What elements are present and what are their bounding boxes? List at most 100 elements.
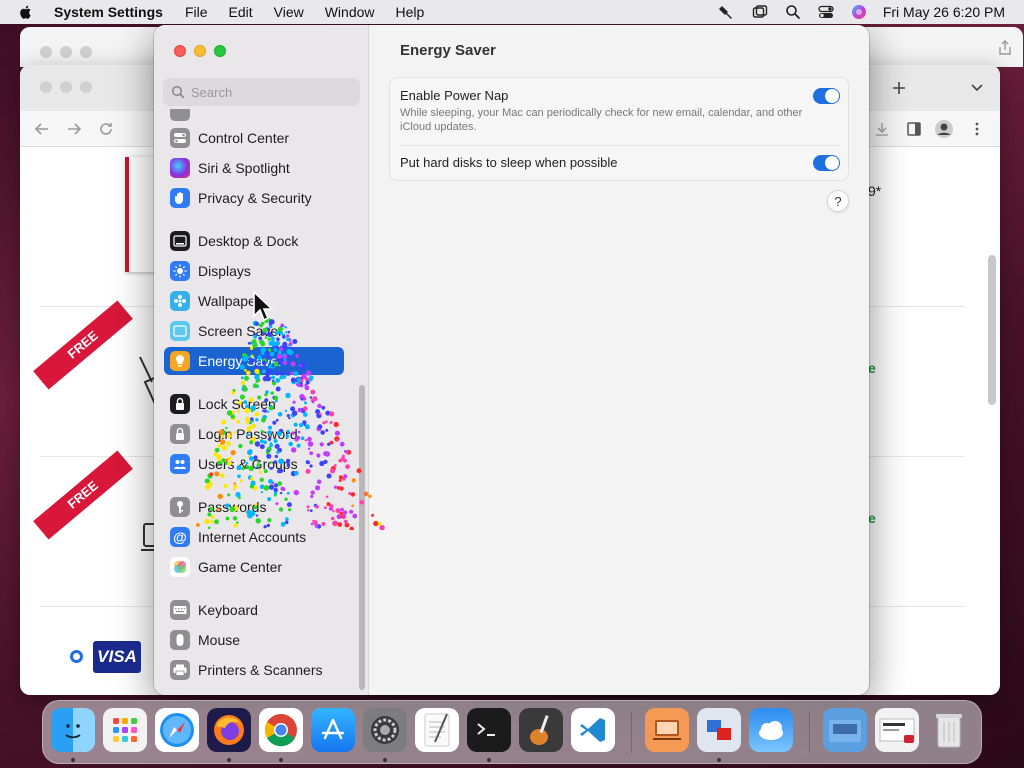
trash-dock-icon[interactable] (927, 708, 971, 752)
sidebar-item-label: Siri & Spotlight (198, 160, 290, 176)
power-nap-title: Enable Power Nap (400, 88, 509, 103)
sidebar-item-printers-scanners[interactable]: Printers & Scanners (164, 656, 344, 684)
window-zoom-button[interactable] (214, 45, 226, 57)
printer-icon (170, 660, 190, 680)
browser-scrollbar[interactable] (988, 255, 996, 405)
launchpad-dock-icon[interactable] (103, 708, 147, 752)
key-icon (170, 497, 190, 517)
share-icon[interactable] (998, 40, 1012, 56)
weather-dock-icon[interactable] (749, 708, 793, 752)
help-button[interactable]: ? (827, 190, 849, 212)
free-label-partial: e (868, 360, 876, 376)
more-menu-icon[interactable] (974, 121, 980, 137)
pen-tool-icon[interactable] (718, 4, 735, 20)
app-menu-system-settings[interactable]: System Settings (54, 4, 163, 20)
screenshot-stack-dock-icon[interactable] (875, 708, 919, 752)
sidebar-item-passwords[interactable]: Passwords (164, 493, 344, 521)
sidebar-item-game-center[interactable]: Game Center (164, 553, 344, 581)
sidebar-item-lock-screen[interactable]: Lock Screen (164, 390, 344, 418)
product-box-image (125, 157, 157, 272)
download-icon[interactable] (874, 121, 890, 137)
running-indicator (717, 758, 721, 762)
finder-dock-icon[interactable] (51, 708, 95, 752)
sidebar-item-label: Keyboard (198, 602, 258, 618)
browser-max-dot[interactable] (80, 81, 92, 93)
vscode-dock-icon[interactable] (571, 708, 615, 752)
energy-settings-card: Enable Power Nap While sleeping, your Ma… (389, 77, 849, 181)
app-store-dock-icon[interactable] (311, 708, 355, 752)
chrome-dock-icon[interactable] (259, 708, 303, 752)
keyboard-icon (170, 600, 190, 620)
downloads-folder-dock-icon[interactable] (823, 708, 867, 752)
dock-separator (809, 711, 810, 753)
power-nap-toggle[interactable] (813, 88, 840, 104)
sidebar-item-label: Printers & Scanners (198, 662, 323, 678)
sidebar-item-label: Internet Accounts (198, 529, 307, 545)
partial-item-icon (170, 109, 190, 121)
power-nap-description: While sleeping, your Mac can periodicall… (400, 107, 803, 133)
mouse-icon (170, 630, 190, 650)
forward-arrow-icon[interactable] (66, 121, 82, 137)
new-tab-icon[interactable] (892, 81, 906, 95)
garageband-dock-icon[interactable] (519, 708, 563, 752)
menu-bar: System Settings File Edit View Window He… (0, 0, 1024, 24)
firefox-dock-icon[interactable] (207, 708, 251, 752)
screen-saver-icon (170, 321, 190, 341)
profile-avatar-icon[interactable] (934, 119, 954, 139)
menu-view[interactable]: View (274, 4, 304, 20)
browser-min-dot[interactable] (60, 81, 72, 93)
sidebar-item-users-groups[interactable]: Users & Groups (164, 450, 344, 478)
users-icon (170, 454, 190, 474)
wallpaper-icon (170, 291, 190, 311)
menu-window[interactable]: Window (325, 4, 375, 20)
sidebar-item-internet-accounts[interactable]: @ Internet Accounts (164, 523, 344, 551)
window-minimize-button[interactable] (194, 45, 206, 57)
control-center-menu-icon[interactable] (818, 4, 834, 20)
price-text-partial: 9* (868, 183, 882, 199)
sidebar-item-label: Displays (198, 263, 251, 279)
safari-dock-icon[interactable] (155, 708, 199, 752)
menu-file[interactable]: File (185, 4, 208, 20)
sidebar-item-energy-saver[interactable]: Energy Saver (164, 347, 344, 375)
siri-menu-icon[interactable] (851, 4, 867, 20)
sidebar-item-keyboard[interactable]: Keyboard (164, 596, 344, 624)
spotlight-search-icon[interactable] (785, 4, 801, 20)
toggle-knob (825, 89, 839, 103)
sidebar-item-privacy-security[interactable]: Privacy & Security (164, 184, 344, 212)
sidebar-item-control-center[interactable]: Control Center (164, 124, 344, 152)
menu-clock[interactable]: Fri May 26 6:20 PM (883, 4, 1005, 20)
window-close-button[interactable] (174, 45, 186, 57)
sidebar-item-label: Energy Saver (198, 353, 283, 369)
sidebar-item-label: Passwords (198, 499, 267, 515)
sidebar-item-login-password[interactable]: Login Password (164, 420, 344, 448)
migration-dock-icon[interactable] (697, 708, 741, 752)
sidebar-item-desktop-dock[interactable]: Desktop & Dock (164, 227, 344, 255)
system-settings-dock-icon[interactable] (363, 708, 407, 752)
apple-menu-icon[interactable] (18, 4, 34, 20)
settings-sidebar: Search Control Center Siri & Spotlight P… (154, 25, 369, 695)
browser-close-dot[interactable] (40, 81, 52, 93)
sidebar-item-siri-spotlight[interactable]: Siri & Spotlight (164, 154, 344, 182)
remote-desktop-dock-icon[interactable] (645, 708, 689, 752)
textedit-dock-icon[interactable] (415, 708, 459, 752)
sidebar-item-displays[interactable]: Displays (164, 257, 344, 285)
hard-disk-sleep-toggle[interactable] (813, 155, 840, 171)
sidebar-item-mouse[interactable]: Mouse (164, 626, 344, 654)
running-indicator (487, 758, 491, 762)
terminal-dock-icon[interactable] (467, 708, 511, 752)
settings-search-field[interactable]: Search (163, 78, 360, 106)
sidebar-toggle-icon[interactable] (906, 121, 922, 137)
menu-help[interactable]: Help (396, 4, 425, 20)
menu-edit[interactable]: Edit (229, 4, 253, 20)
back-arrow-icon[interactable] (34, 121, 50, 137)
window-switch-icon[interactable] (752, 4, 768, 20)
sidebar-item-label: Lock Screen (198, 396, 276, 412)
visa-radio-button[interactable] (70, 650, 83, 663)
sidebar-item-label: Users & Groups (198, 456, 298, 472)
chevron-down-icon[interactable] (970, 83, 984, 93)
reload-icon[interactable] (98, 121, 114, 137)
sidebar-item-label: Screen Saver (198, 323, 283, 339)
sidebar-item-partial[interactable] (164, 109, 344, 121)
sidebar-scrollbar[interactable] (359, 385, 365, 690)
free-label-partial: e (868, 510, 876, 526)
